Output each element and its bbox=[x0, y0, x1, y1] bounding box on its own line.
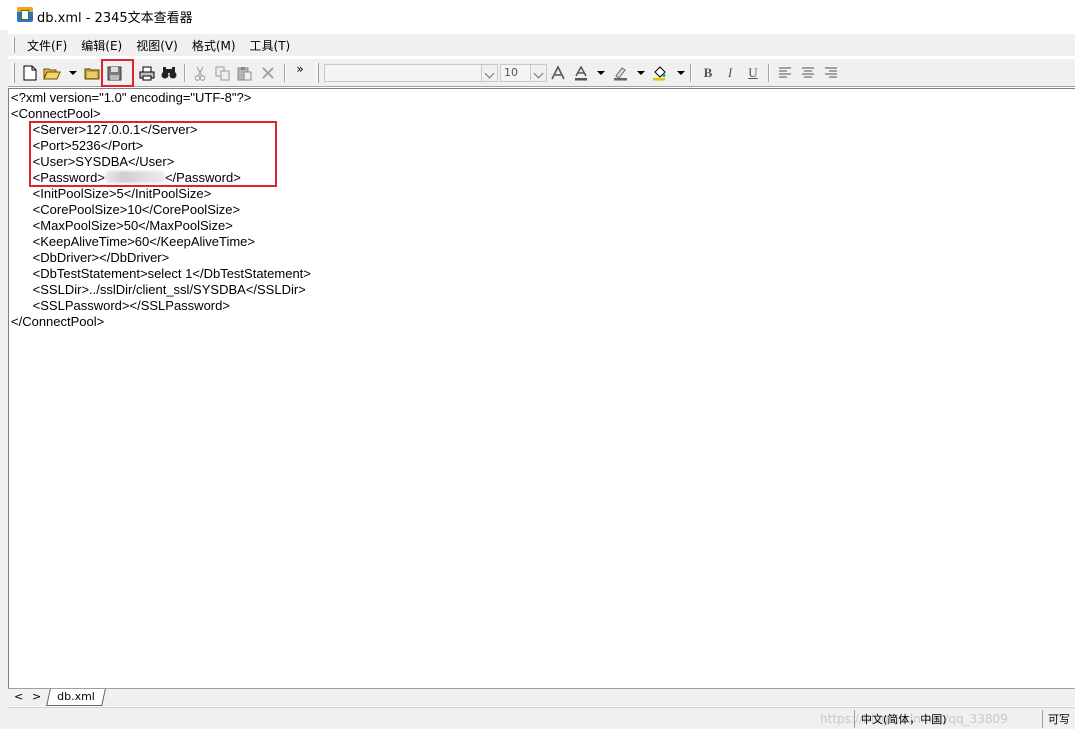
tab-prev-button[interactable]: < bbox=[14, 690, 23, 703]
toolbar-grip-format[interactable] bbox=[316, 63, 319, 83]
fill-button[interactable] bbox=[650, 63, 670, 83]
highlight-button[interactable] bbox=[610, 63, 630, 83]
app-icon bbox=[17, 7, 33, 22]
window-title: db.xml - 2345文本查看器 bbox=[37, 11, 193, 26]
menu-view[interactable]: 视图(V) bbox=[129, 35, 185, 56]
toolbar: » 10 B I U bbox=[8, 58, 1075, 87]
code-line: <MaxPoolSize>50</MaxPoolSize> bbox=[11, 218, 233, 233]
tab-db-xml[interactable]: db.xml bbox=[46, 689, 106, 706]
font-style-icon bbox=[551, 66, 565, 80]
font-color-icon bbox=[575, 65, 587, 80]
code-line: <DbDriver></DbDriver> bbox=[11, 250, 170, 265]
cut-icon bbox=[194, 66, 206, 81]
paste-icon bbox=[237, 66, 251, 80]
align-left-button[interactable] bbox=[775, 63, 795, 83]
open-file-button[interactable] bbox=[42, 63, 62, 83]
status-divider bbox=[1042, 710, 1043, 728]
print-button[interactable] bbox=[137, 63, 157, 83]
more-tools-button[interactable]: » bbox=[290, 59, 310, 79]
align-center-button[interactable] bbox=[798, 63, 818, 83]
menu-tools[interactable]: 工具(T) bbox=[243, 35, 298, 56]
code-line: <?xml version="1.0" encoding="UTF-8"?> bbox=[11, 90, 252, 105]
toolbar-separator bbox=[690, 64, 692, 82]
font-size-value: 10 bbox=[504, 66, 518, 79]
app-window: db.xml - 2345文本查看器 文件(F) 编辑(E) 视图(V) 格式(… bbox=[0, 0, 1075, 737]
code-line: </ConnectPool> bbox=[11, 314, 105, 329]
tab-next-button[interactable]: > bbox=[32, 690, 41, 703]
window-bottom-edge bbox=[0, 729, 1075, 737]
font-name-select[interactable] bbox=[324, 64, 498, 82]
credentials-highlight-box bbox=[29, 121, 277, 187]
menu-grip[interactable] bbox=[12, 37, 15, 53]
toolbar-separator bbox=[184, 64, 186, 82]
align-right-button[interactable] bbox=[821, 63, 841, 83]
toolbar-separator bbox=[284, 64, 286, 82]
menu-bar: 文件(F) 编辑(E) 视图(V) 格式(M) 工具(T) bbox=[8, 34, 1075, 56]
italic-button[interactable]: I bbox=[720, 63, 740, 83]
tab-strip: < > db.xml bbox=[8, 688, 1075, 706]
code-line: <SSLDir>../sslDir/client_ssl/SYSDBA</SSL… bbox=[11, 282, 306, 297]
find-button[interactable] bbox=[159, 63, 179, 83]
open-dropdown-arrow[interactable] bbox=[69, 71, 77, 75]
status-ime: 中文(简体，中国) bbox=[861, 713, 947, 726]
status-mode: 可写 bbox=[1048, 713, 1070, 726]
font-size-select[interactable]: 10 bbox=[500, 64, 547, 82]
font-color-button[interactable] bbox=[571, 63, 591, 83]
code-line: <KeepAliveTime>60</KeepAliveTime> bbox=[11, 234, 255, 249]
align-center-icon bbox=[802, 67, 814, 78]
chevron-down-icon[interactable] bbox=[530, 65, 546, 81]
copy-icon bbox=[215, 66, 229, 80]
code-line: <DbTestStatement>select 1</DbTestStateme… bbox=[11, 266, 311, 281]
status-bar: https://blog.csdn.net/qq_33809 中文(简体，中国)… bbox=[8, 707, 1075, 729]
menu-edit[interactable]: 编辑(E) bbox=[74, 35, 129, 56]
open-icon bbox=[84, 68, 100, 80]
find-icon bbox=[161, 67, 177, 79]
tab-label: db.xml bbox=[57, 690, 95, 703]
code-line: <ConnectPool> bbox=[11, 106, 101, 121]
open-folder-icon bbox=[43, 68, 61, 80]
code-line: <CorePoolSize>10</CorePoolSize> bbox=[11, 202, 241, 217]
toolbar-grip[interactable] bbox=[12, 63, 15, 83]
copy-button[interactable] bbox=[212, 63, 232, 83]
highlight-dropdown[interactable] bbox=[637, 71, 645, 75]
chevron-down-icon[interactable] bbox=[481, 65, 497, 81]
status-divider bbox=[854, 710, 855, 728]
align-left-icon bbox=[779, 67, 791, 78]
fill-icon bbox=[652, 66, 666, 81]
font-color-dropdown[interactable] bbox=[597, 71, 605, 75]
background-window-edge bbox=[0, 30, 8, 730]
menu-format[interactable]: 格式(M) bbox=[185, 35, 243, 56]
highlight-icon bbox=[613, 66, 627, 80]
menu-file[interactable]: 文件(F) bbox=[20, 35, 74, 56]
fill-dropdown[interactable] bbox=[677, 71, 685, 75]
align-right-icon bbox=[825, 67, 837, 78]
delete-button[interactable] bbox=[258, 63, 278, 83]
cut-button[interactable] bbox=[190, 63, 210, 83]
new-file-icon bbox=[23, 65, 37, 81]
save-highlight-box bbox=[101, 59, 134, 87]
title-bar: db.xml - 2345文本查看器 bbox=[0, 0, 1075, 30]
toolbar-separator bbox=[768, 64, 770, 82]
print-icon bbox=[139, 66, 155, 80]
code-line: <InitPoolSize>5</InitPoolSize> bbox=[11, 186, 212, 201]
font-grow-button[interactable] bbox=[548, 63, 568, 83]
code-line: <SSLPassword></SSLPassword> bbox=[11, 298, 230, 313]
new-file-button[interactable] bbox=[20, 63, 40, 83]
underline-button[interactable]: U bbox=[743, 63, 763, 83]
bold-button[interactable]: B bbox=[698, 63, 718, 83]
open-button[interactable] bbox=[82, 63, 102, 83]
paste-button[interactable] bbox=[234, 63, 254, 83]
delete-icon bbox=[262, 67, 274, 79]
